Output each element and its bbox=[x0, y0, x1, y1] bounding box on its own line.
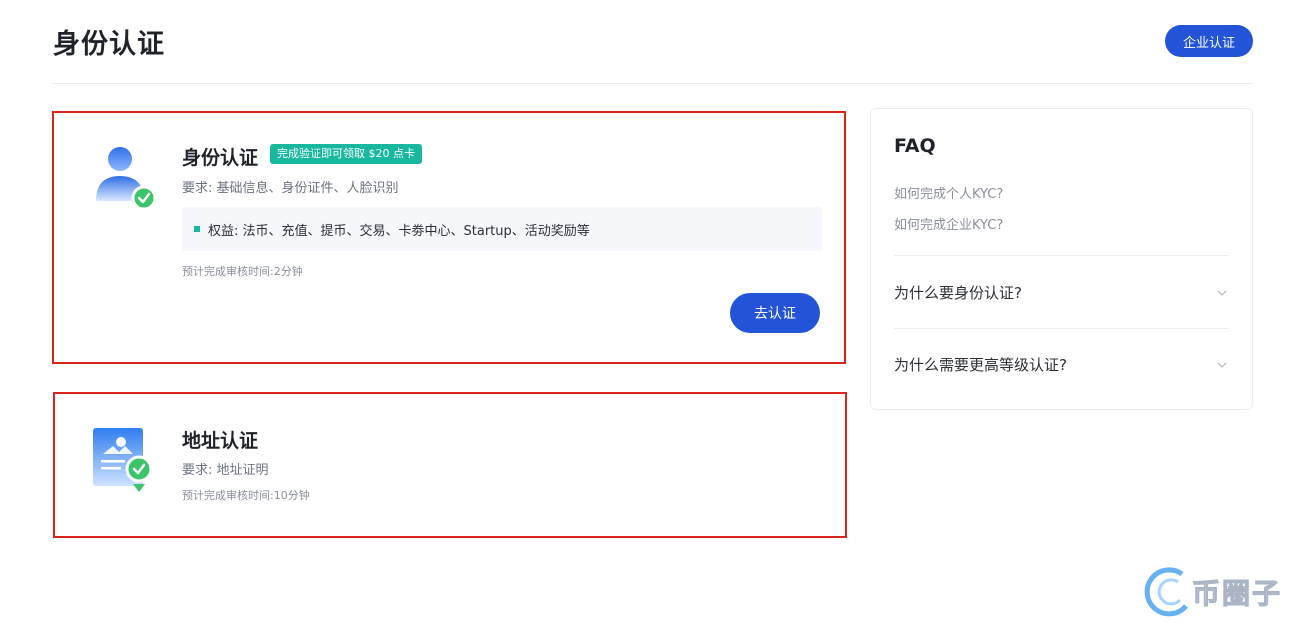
header-divider bbox=[53, 83, 1253, 84]
faq-question-text: 为什么要身份认证? bbox=[894, 284, 1022, 302]
identity-card-title: 身份认证 bbox=[182, 147, 259, 169]
enterprise-verification-button[interactable]: 企业认证 bbox=[1165, 25, 1253, 57]
benefit-bullet bbox=[194, 226, 200, 232]
address-eta: 预计完成审核时间:10分钟 bbox=[182, 489, 310, 502]
watermark-text: 币圈子 bbox=[1191, 577, 1283, 611]
start-verification-button[interactable]: 去认证 bbox=[730, 293, 820, 333]
identity-verification-card: 身份认证 完成验证即可领取 $20 点卡 要求: 基础信息、身份证件、人脸识别 … bbox=[52, 111, 846, 364]
watermark-logo: 币圈子 bbox=[1140, 562, 1290, 618]
faq-panel: FAQ 如何完成个人KYC? 如何完成企业KYC? 为什么要身份认证? 为什么需… bbox=[870, 108, 1253, 410]
faq-question-why-verify[interactable]: 为什么要身份认证? bbox=[894, 282, 1229, 303]
address-document-verified-icon bbox=[91, 426, 161, 500]
benefits-text: 权益: 法币、充值、提币、交易、卡劵中心、Startup、活动奖励等 bbox=[208, 223, 590, 239]
chevron-down-icon bbox=[1217, 290, 1227, 296]
identity-eta: 预计完成审核时间:2分钟 bbox=[182, 265, 303, 278]
chevron-down-icon bbox=[1217, 362, 1227, 368]
address-verification-card: 地址认证 要求: 地址证明 预计完成审核时间:10分钟 bbox=[53, 392, 847, 538]
faq-title: FAQ bbox=[894, 135, 936, 157]
user-verified-icon bbox=[92, 143, 162, 217]
faq-divider bbox=[894, 328, 1229, 329]
faq-question-text: 为什么需要更高等级认证? bbox=[894, 356, 1067, 374]
identity-requirement: 要求: 基础信息、身份证件、人脸识别 bbox=[182, 181, 399, 196]
address-card-title: 地址认证 bbox=[182, 430, 259, 452]
promo-badge: 完成验证即可领取 $20 点卡 bbox=[270, 144, 422, 164]
faq-question-higher-level[interactable]: 为什么需要更高等级认证? bbox=[894, 354, 1229, 375]
page-title: 身份认证 bbox=[53, 29, 165, 60]
faq-link-enterprise-kyc[interactable]: 如何完成企业KYC? bbox=[894, 214, 1003, 233]
address-requirement: 要求: 地址证明 bbox=[182, 463, 269, 478]
faq-link-personal-kyc[interactable]: 如何完成个人KYC? bbox=[894, 183, 1003, 202]
benefits-box: 权益: 法币、充值、提币、交易、卡劵中心、Startup、活动奖励等 bbox=[182, 207, 822, 251]
faq-divider bbox=[894, 255, 1229, 256]
